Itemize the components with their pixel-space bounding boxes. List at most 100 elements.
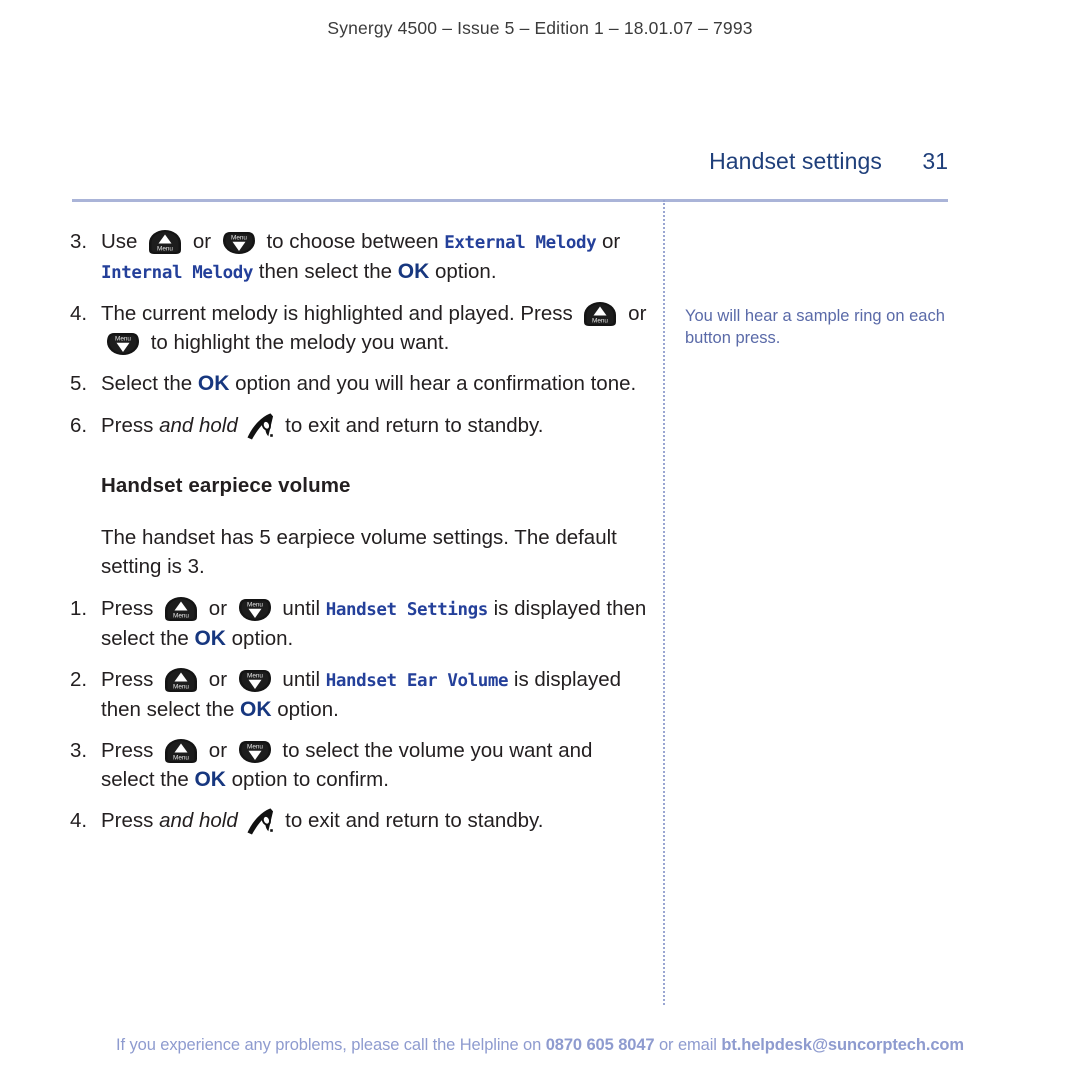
step-text: Use xyxy=(101,230,144,253)
step-item: 3. Press Menu or Menu to select the volum… xyxy=(70,737,650,794)
step-text: option. xyxy=(429,259,497,283)
header-rule xyxy=(72,199,948,202)
step-text: The current melody is highlighted and pl… xyxy=(101,302,579,325)
section-intro-paragraph: The handset has 5 earpiece volume settin… xyxy=(101,526,617,578)
step-text: Press xyxy=(101,809,160,832)
step-item: 5. Select the OK option and you will hear… xyxy=(70,370,650,399)
ok-option-label: OK xyxy=(194,767,226,791)
svg-text:Menu: Menu xyxy=(247,743,263,750)
side-column: You will hear a sample ring on each butt… xyxy=(685,305,965,349)
step-text: or xyxy=(622,302,647,325)
page-footer: If you experience any problems, please c… xyxy=(0,1036,1080,1055)
step-text: or xyxy=(203,668,233,691)
menu-up-key-icon[interactable]: Menu xyxy=(580,301,620,328)
step-text: until xyxy=(276,668,326,691)
steps-list-section: 1. Press Menu or Menu until Handset Setti… xyxy=(70,595,650,836)
footer-lead-text: If you experience any problems, please c… xyxy=(116,1036,546,1054)
step-text: until xyxy=(276,597,326,620)
footer-mid-text: or email xyxy=(654,1036,722,1054)
step-number: 1. xyxy=(70,597,88,620)
menu-up-key-icon[interactable]: Menu xyxy=(145,229,185,256)
lcd-menu-text: External Melody xyxy=(444,233,597,253)
step-text: to exit and return to standby. xyxy=(279,413,544,437)
step-number: 3. xyxy=(70,739,88,762)
step-text: to choose between xyxy=(260,230,445,253)
step-text: Select the xyxy=(101,372,198,395)
step-number: 4. xyxy=(70,302,88,325)
svg-text:Menu: Menu xyxy=(115,335,131,342)
step-item: 1. Press Menu or Menu until Handset Setti… xyxy=(70,595,650,653)
step-body: The current melody is highlighted and pl… xyxy=(101,301,647,357)
step-item: 2. Press Menu or Menu until Handset Ear V… xyxy=(70,666,650,724)
step-item: 3. Use Menu or Menu to choose between Ext… xyxy=(70,228,650,287)
step-number: 5. xyxy=(70,372,88,395)
step-body: Press Menu or Menu until Handset Setting… xyxy=(101,597,646,650)
step-body: Select the OK option and you will hear a… xyxy=(101,372,636,395)
menu-down-key-icon[interactable]: Menu xyxy=(103,330,143,357)
step-text: option to confirm. xyxy=(225,767,389,791)
step-number: 2. xyxy=(70,668,88,691)
step-text: to highlight the melody you want. xyxy=(145,330,450,354)
emphasis-text: and hold xyxy=(159,809,238,832)
step-text: then select the xyxy=(253,259,398,283)
menu-down-key-icon[interactable]: Menu xyxy=(219,229,259,256)
step-body: Press and hold to exit and return to sta… xyxy=(101,412,544,440)
menu-down-key-icon[interactable]: Menu xyxy=(235,738,275,765)
hangup-phone-icon[interactable] xyxy=(246,807,276,835)
hangup-phone-icon[interactable] xyxy=(246,412,276,440)
column-divider xyxy=(663,200,665,1005)
step-text xyxy=(238,809,244,832)
page-number: 31 xyxy=(922,148,948,174)
menu-down-key-icon[interactable]: Menu xyxy=(235,596,275,623)
step-text: or xyxy=(596,230,621,253)
lcd-menu-text: Internal Melody xyxy=(101,262,254,283)
step-text: option and you will hear a confirmation … xyxy=(229,372,637,395)
svg-text:Menu: Menu xyxy=(173,683,189,690)
menu-up-key-icon[interactable]: Menu xyxy=(161,667,201,694)
step-text: Press xyxy=(101,739,160,762)
ok-option-label: OK xyxy=(197,372,230,395)
step-item: 4. Press and hold to exit and return to s… xyxy=(70,807,650,836)
steps-list-top: 3. Use Menu or Menu to choose between Ext… xyxy=(70,228,650,440)
menu-up-key-icon[interactable]: Menu xyxy=(161,596,201,623)
step-body: Press Menu or Menu until Handset Ear Vol… xyxy=(101,668,621,721)
step-text: or xyxy=(203,739,233,762)
svg-text:Menu: Menu xyxy=(173,612,189,619)
section-heading: Handset earpiece volume xyxy=(101,474,351,497)
running-head: Synergy 4500 – Issue 5 – Edition 1 – 18.… xyxy=(327,18,753,38)
step-item: 4. The current melody is highlighted and … xyxy=(70,300,650,357)
footer-helpline-number: 0870 605 8047 xyxy=(545,1036,655,1054)
step-text: to exit and return to standby. xyxy=(279,809,544,832)
svg-text:Menu: Menu xyxy=(592,317,608,324)
step-text: Press xyxy=(101,413,160,437)
step-text xyxy=(238,414,244,437)
step-text: option. xyxy=(225,626,294,650)
lcd-menu-text: Handset Ear Volume xyxy=(325,671,509,691)
svg-text:Menu: Menu xyxy=(157,245,173,252)
step-text: Press xyxy=(101,668,160,691)
menu-up-key-icon[interactable]: Menu xyxy=(161,738,201,765)
step-number: 4. xyxy=(70,809,88,832)
ok-option-label: OK xyxy=(194,626,226,650)
svg-text:Menu: Menu xyxy=(231,234,247,241)
menu-down-key-icon[interactable]: Menu xyxy=(235,667,275,694)
ok-option-label: OK xyxy=(240,697,272,721)
page-header: Handset settings 31 xyxy=(72,148,948,175)
emphasis-text: and hold xyxy=(159,413,238,437)
step-body: Press Menu or Menu to select the volume … xyxy=(101,739,592,791)
side-note: You will hear a sample ring on each butt… xyxy=(685,307,945,347)
ok-option-label: OK xyxy=(397,259,430,283)
step-text: Press xyxy=(101,597,160,620)
svg-text:Menu: Menu xyxy=(173,754,189,761)
svg-text:Menu: Menu xyxy=(247,672,263,679)
step-body: Use Menu or Menu to choose between Exter… xyxy=(101,230,620,283)
step-text: option. xyxy=(271,697,339,721)
step-number: 3. xyxy=(70,230,88,253)
page-title: Handset settings xyxy=(709,148,882,174)
step-text: or xyxy=(187,230,217,253)
svg-text:Menu: Menu xyxy=(247,601,263,608)
lcd-menu-text: Handset Settings xyxy=(325,600,489,620)
step-text: or xyxy=(203,597,233,620)
main-column: 3. Use Menu or Menu to choose between Ext… xyxy=(70,228,650,849)
step-item: 6. Press and hold to exit and return to s… xyxy=(70,412,650,441)
